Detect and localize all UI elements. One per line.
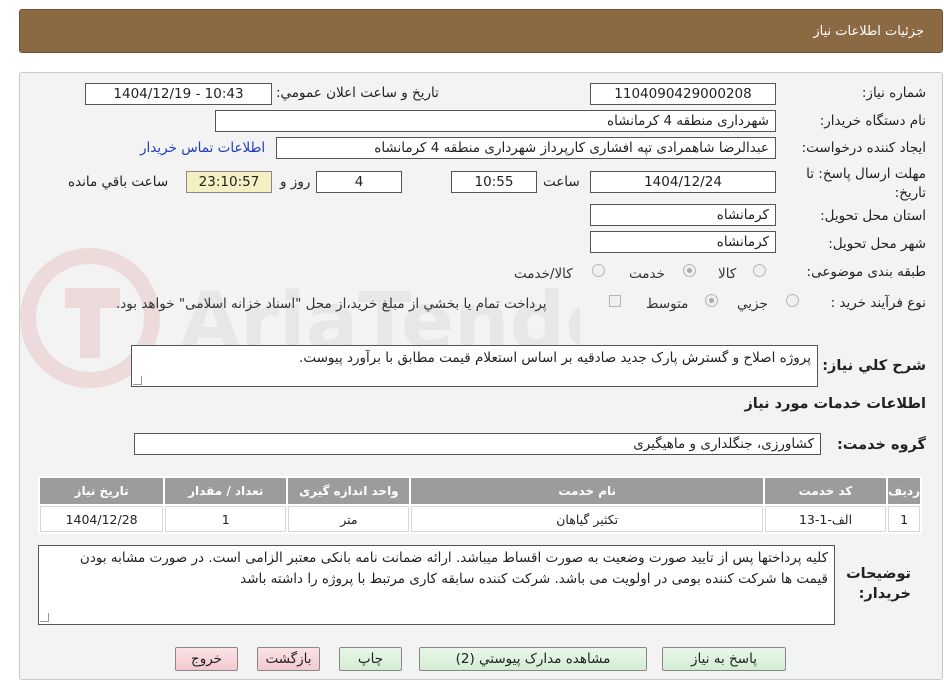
treasury-bonds-note: پرداخت تمام يا بخشي از مبلغ خريد،از محل … xyxy=(116,296,547,312)
category-option-both-radio[interactable] xyxy=(592,264,605,277)
services-table-header-row: رديف کد خدمت نام خدمت واحد اندازه گيری ت… xyxy=(40,478,920,504)
deadline-date-field: 1404/12/24 xyxy=(590,171,776,193)
cell-service-code: الف-1-13 xyxy=(764,506,887,532)
cell-need-date: 1404/12/28 xyxy=(40,506,164,532)
table-row: 1 الف-1-13 تکثیر گیاهان متر 1 1404/12/28 xyxy=(40,506,920,532)
col-row-number: رديف xyxy=(888,478,920,504)
city-label: شهر محل تحويل: xyxy=(828,236,926,252)
remaining-time-field: 23:10:57 xyxy=(186,171,272,193)
purchase-type-medium-radio[interactable] xyxy=(705,294,718,307)
city-field: کرمانشاه xyxy=(590,231,776,253)
description-text: پروژه اصلاح و گسترش پارک جدید صادقیه بر … xyxy=(299,350,811,366)
col-need-date: تاريخ نياز xyxy=(40,478,164,504)
col-unit: واحد اندازه گيری xyxy=(288,478,410,504)
services-section-title: اطلاعات خدمات مورد نياز xyxy=(744,396,926,412)
resize-handle-icon[interactable] xyxy=(133,376,142,385)
category-option-service-radio[interactable] xyxy=(683,264,696,277)
deadline-label: مهلت ارسال پاسخ: تا xyxy=(806,166,926,182)
category-option-goods-label: کالا xyxy=(718,266,737,282)
deadline-label-date: تاريخ: xyxy=(894,185,926,201)
province-field: کرمانشاه xyxy=(590,204,776,226)
buyer-notes-label-2: خريدار: xyxy=(858,586,911,602)
announce-datetime-label: تاریخ و ساعت اعلان عمومي: xyxy=(276,85,439,101)
buyer-notes-textarea: کلیه پرداختها پس از تایید صورت وضعیت به … xyxy=(38,545,835,625)
deadline-time-label: ساعت xyxy=(543,174,580,190)
view-attachments-button[interactable]: مشاهده مدارک پيوستي (2) xyxy=(419,647,647,671)
requester-label: ايجاد کننده درخواست: xyxy=(801,140,926,156)
page-header: جزئیات اطلاعات نیاز xyxy=(19,9,943,53)
buyer-notes-text: کلیه پرداختها پس از تایید صورت وضعیت به … xyxy=(79,550,828,587)
category-option-both-label: کالا/خدمت xyxy=(514,266,573,282)
treasury-bonds-checkbox[interactable] xyxy=(609,295,621,307)
buyer-contact-link[interactable]: اطلاعات تماس خريدار xyxy=(140,140,265,156)
service-group-label: گروه خدمت: xyxy=(836,437,926,453)
category-label: طبقه بندی موضوعی: xyxy=(806,264,926,280)
deadline-days-field: 4 xyxy=(316,171,402,193)
services-table: رديف کد خدمت نام خدمت واحد اندازه گيری ت… xyxy=(38,476,922,534)
buyer-org-field: شهرداری منطقه 4 کرمانشاه xyxy=(215,110,776,132)
exit-button[interactable]: خروج xyxy=(175,647,238,671)
purchase-type-medium-label: متوسط xyxy=(646,296,689,312)
remaining-label: ساعت باقي مانده xyxy=(68,174,169,190)
cell-unit: متر xyxy=(288,506,410,532)
deadline-time-field: 10:55 xyxy=(451,171,537,193)
cell-quantity: 1 xyxy=(165,506,287,532)
purchase-type-minor-radio[interactable] xyxy=(786,294,799,307)
back-button[interactable]: بازگشت xyxy=(257,647,320,671)
cell-service-name: تکثیر گیاهان xyxy=(411,506,763,532)
purchase-type-label: نوع فرآیند خرید : xyxy=(830,295,926,311)
description-label: شرح کلي نياز: xyxy=(822,358,926,374)
category-option-service-label: خدمت xyxy=(629,266,665,282)
need-number-label: شماره نیاز: xyxy=(861,85,926,101)
col-service-name: نام خدمت xyxy=(411,478,763,504)
services-table-wrapper: رديف کد خدمت نام خدمت واحد اندازه گيری ت… xyxy=(38,476,922,534)
resize-handle-icon[interactable] xyxy=(40,613,49,622)
requester-field: عبدالرضا شاهمرادی تپه افشاری کارپرداز شه… xyxy=(276,137,776,159)
announce-datetime-field: 1404/12/19 - 10:43 xyxy=(85,83,272,105)
col-quantity: تعداد / مقدار xyxy=(165,478,287,504)
reply-button[interactable]: پاسخ به نياز xyxy=(662,647,786,671)
days-label: روز و xyxy=(280,174,311,190)
province-label: استان محل تحويل: xyxy=(820,208,926,224)
page-title: جزئیات اطلاعات نیاز xyxy=(813,24,924,39)
buyer-org-label: نام دستگاه خريدار: xyxy=(819,113,926,129)
category-option-goods-radio[interactable] xyxy=(753,264,766,277)
purchase-type-minor-label: جزيي xyxy=(737,296,768,312)
service-group-field: کشاورزی، جنگلداری و ماهیگیری xyxy=(134,433,821,455)
description-textarea: پروژه اصلاح و گسترش پارک جدید صادقیه بر … xyxy=(131,345,818,387)
print-button[interactable]: چاپ xyxy=(339,647,402,671)
col-service-code: کد خدمت xyxy=(764,478,887,504)
buyer-notes-label: توضيحات xyxy=(846,566,911,582)
cell-row-number: 1 xyxy=(888,506,920,532)
need-number-field: 1104090429000208 xyxy=(590,83,776,105)
